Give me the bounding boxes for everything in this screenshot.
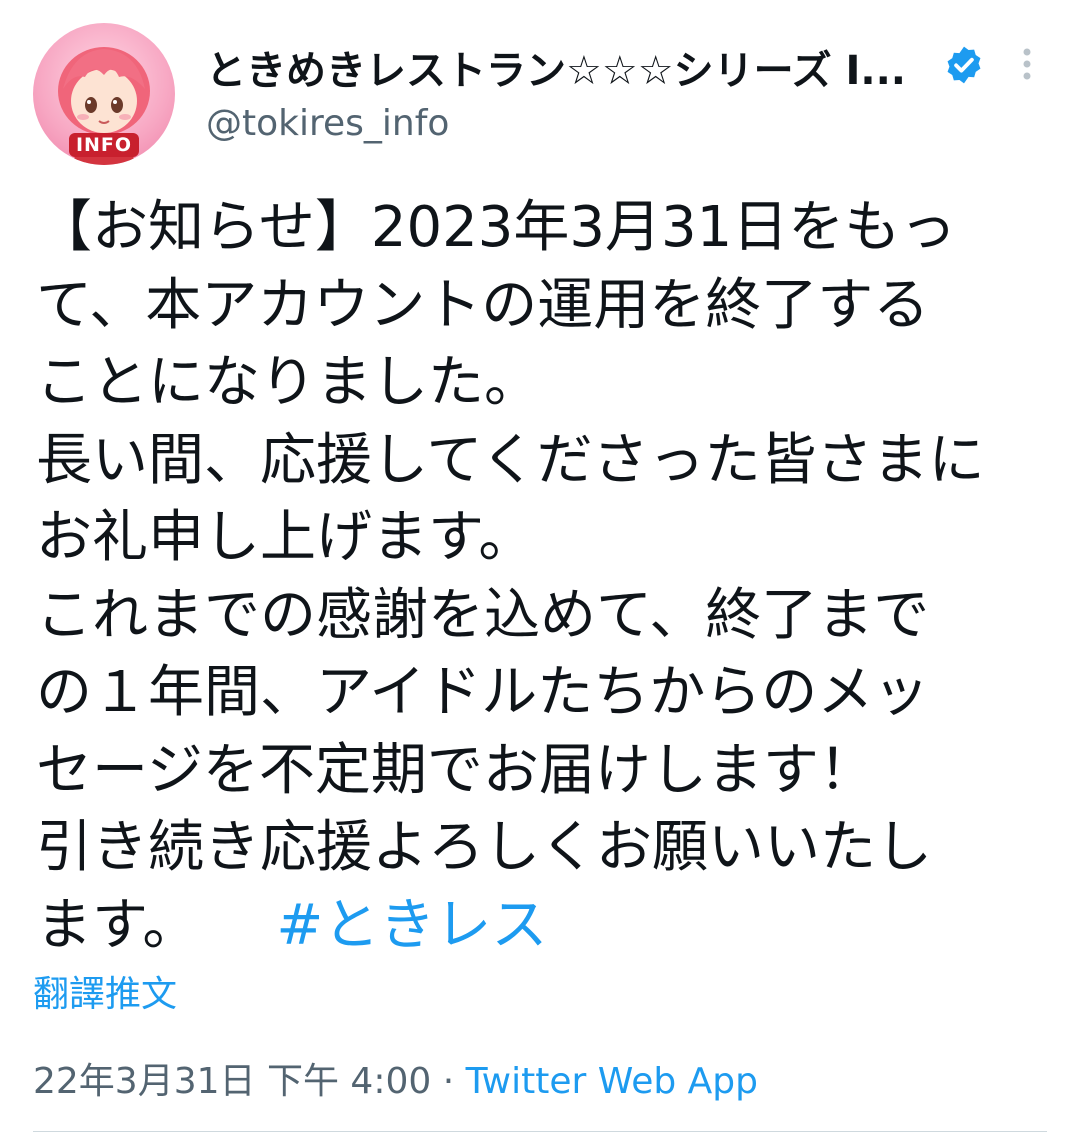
display-name[interactable]: ときめきレストラン☆☆☆シリーズ I... (206, 38, 936, 96)
tweet-text-line: 【お知らせ】2023年3月31日をもっ (36, 195, 957, 260)
more-vertical-icon[interactable] (1010, 44, 1044, 84)
tweet-text-line: お礼申し上げます。 (36, 505, 535, 570)
tweet-text-line: セージを不定期でお届けします！ (36, 737, 875, 803)
divider (33, 1131, 1047, 1132)
tweet-text-line: これまでの感謝を込めて、終了まで (36, 582, 930, 648)
tweet-text-last-line: ます。 #ときレス (36, 887, 1056, 965)
tweet-source-link[interactable]: Twitter Web App (466, 1061, 758, 1102)
avatar[interactable]: INFO (33, 23, 175, 165)
tweet-metadata: 22年3月31日 下午 4:00 · Twitter Web App (33, 1052, 758, 1104)
tweet-text-line: ことになりました。 (36, 350, 540, 415)
avatar-badge-label: INFO (75, 134, 133, 156)
tweet-time[interactable]: 下午 4:00 (267, 1061, 431, 1102)
user-handle[interactable]: @tokires_info (206, 103, 449, 144)
tweet-text-line: ます。 (36, 892, 199, 958)
tweet-text-line: て、本アカウントの運用を終了する (36, 272, 930, 338)
hashtag-link[interactable]: #ときレス (276, 893, 547, 958)
metadata-separator: · (442, 1061, 455, 1102)
tweet-text: 【お知らせ】2023年3月31日をもっ て、本アカウントの運用を終了する ことに… (36, 189, 1056, 964)
tweet-text-line: 長い間、応援してくださった皆さまに (36, 427, 985, 493)
verified-badge-icon (947, 46, 981, 84)
tweet-text-line: 引き続き応援よろしくお願いいたし (36, 815, 932, 880)
tweet-date[interactable]: 22年3月31日 (33, 1061, 256, 1102)
translate-tweet-link[interactable]: 翻譯推文 (33, 965, 177, 1017)
tweet-text-line: の１年間、アイドルたちからのメッ (36, 660, 930, 725)
